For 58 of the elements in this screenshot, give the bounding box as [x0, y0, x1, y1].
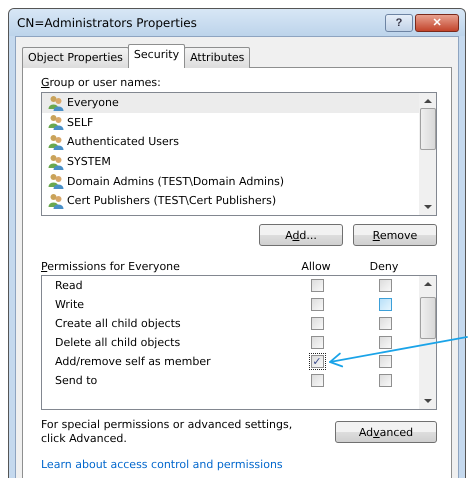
checkbox[interactable]	[310, 279, 324, 292]
group-label: Group or user names:	[41, 76, 162, 89]
permission-name: Write	[54, 298, 86, 311]
tab[interactable]: Attributes	[184, 47, 250, 68]
checkbox[interactable]	[378, 374, 392, 387]
scroll-up-icon[interactable]	[424, 99, 432, 103]
permissions-label: Permissions for Everyone	[41, 260, 181, 273]
tab[interactable]: Object Properties	[22, 47, 129, 68]
users-icon	[48, 94, 64, 111]
tab[interactable]: Security	[128, 44, 186, 68]
checkbox[interactable]	[378, 336, 392, 349]
help-button[interactable]: ?	[385, 14, 413, 32]
checkbox[interactable]	[310, 317, 324, 330]
help-link[interactable]: Learn about access control and permissions	[41, 458, 283, 471]
checkbox[interactable]	[378, 355, 392, 368]
scroll-down-icon[interactable]	[424, 205, 432, 209]
user-name: Authenticated Users	[67, 135, 180, 148]
advanced-button[interactable]: Advanced	[335, 421, 437, 443]
user-item[interactable]: Domain Admins (TEST\Domain Admins)	[42, 171, 419, 191]
user-name: Everyone	[67, 96, 119, 110]
dialog-button[interactable]: Add...	[259, 224, 343, 246]
scroll-down-icon[interactable]	[424, 399, 432, 403]
users-icon	[48, 192, 64, 209]
user-name: SYSTEM	[67, 155, 111, 168]
users-icon	[48, 154, 64, 170]
scroll-up-icon[interactable]	[424, 282, 432, 286]
scroll-thumb[interactable]	[420, 296, 436, 338]
users-icon	[48, 134, 64, 150]
user-name: Cert Publishers (TEST\Cert Publishers)	[67, 194, 276, 208]
scrollbar[interactable]	[419, 93, 436, 215]
permission-name: Send to	[54, 374, 98, 387]
dialog-button[interactable]: Remove	[353, 224, 437, 246]
user-item[interactable]: Everyone	[42, 93, 419, 113]
user-item[interactable]: SELF	[42, 112, 419, 132]
checkbox[interactable]	[378, 298, 392, 311]
permission-name: Read	[54, 279, 84, 292]
checkbox[interactable]	[310, 374, 324, 387]
window-title: CN=Administrators Properties	[17, 16, 197, 30]
scrollbar[interactable]	[419, 276, 436, 409]
checkbox[interactable]: ✓	[310, 355, 324, 368]
checkbox[interactable]	[310, 298, 324, 311]
user-item[interactable]: SYSTEM	[42, 152, 419, 172]
permission-name: Delete all child objects	[54, 336, 182, 349]
users-icon	[48, 173, 64, 190]
checkbox[interactable]	[310, 336, 324, 349]
advanced-hint: For special permissions or advanced settings, click Advanced.	[41, 418, 294, 446]
user-name: SELF	[67, 116, 94, 129]
user-item[interactable]: Cert Publishers (TEST\Cert Publishers)	[42, 190, 419, 211]
column-header: Allow	[300, 260, 332, 273]
checkbox[interactable]	[378, 279, 392, 292]
checkbox[interactable]	[378, 317, 392, 330]
scroll-thumb[interactable]	[420, 108, 436, 150]
user-item[interactable]: Authenticated Users	[42, 132, 419, 152]
permission-name: Add/remove self as member	[54, 355, 212, 368]
user-name: Domain Admins (TEST\Domain Admins)	[67, 174, 284, 188]
users-icon	[48, 114, 64, 130]
column-header: Deny	[368, 260, 400, 273]
permission-name: Create all child objects	[54, 317, 182, 330]
